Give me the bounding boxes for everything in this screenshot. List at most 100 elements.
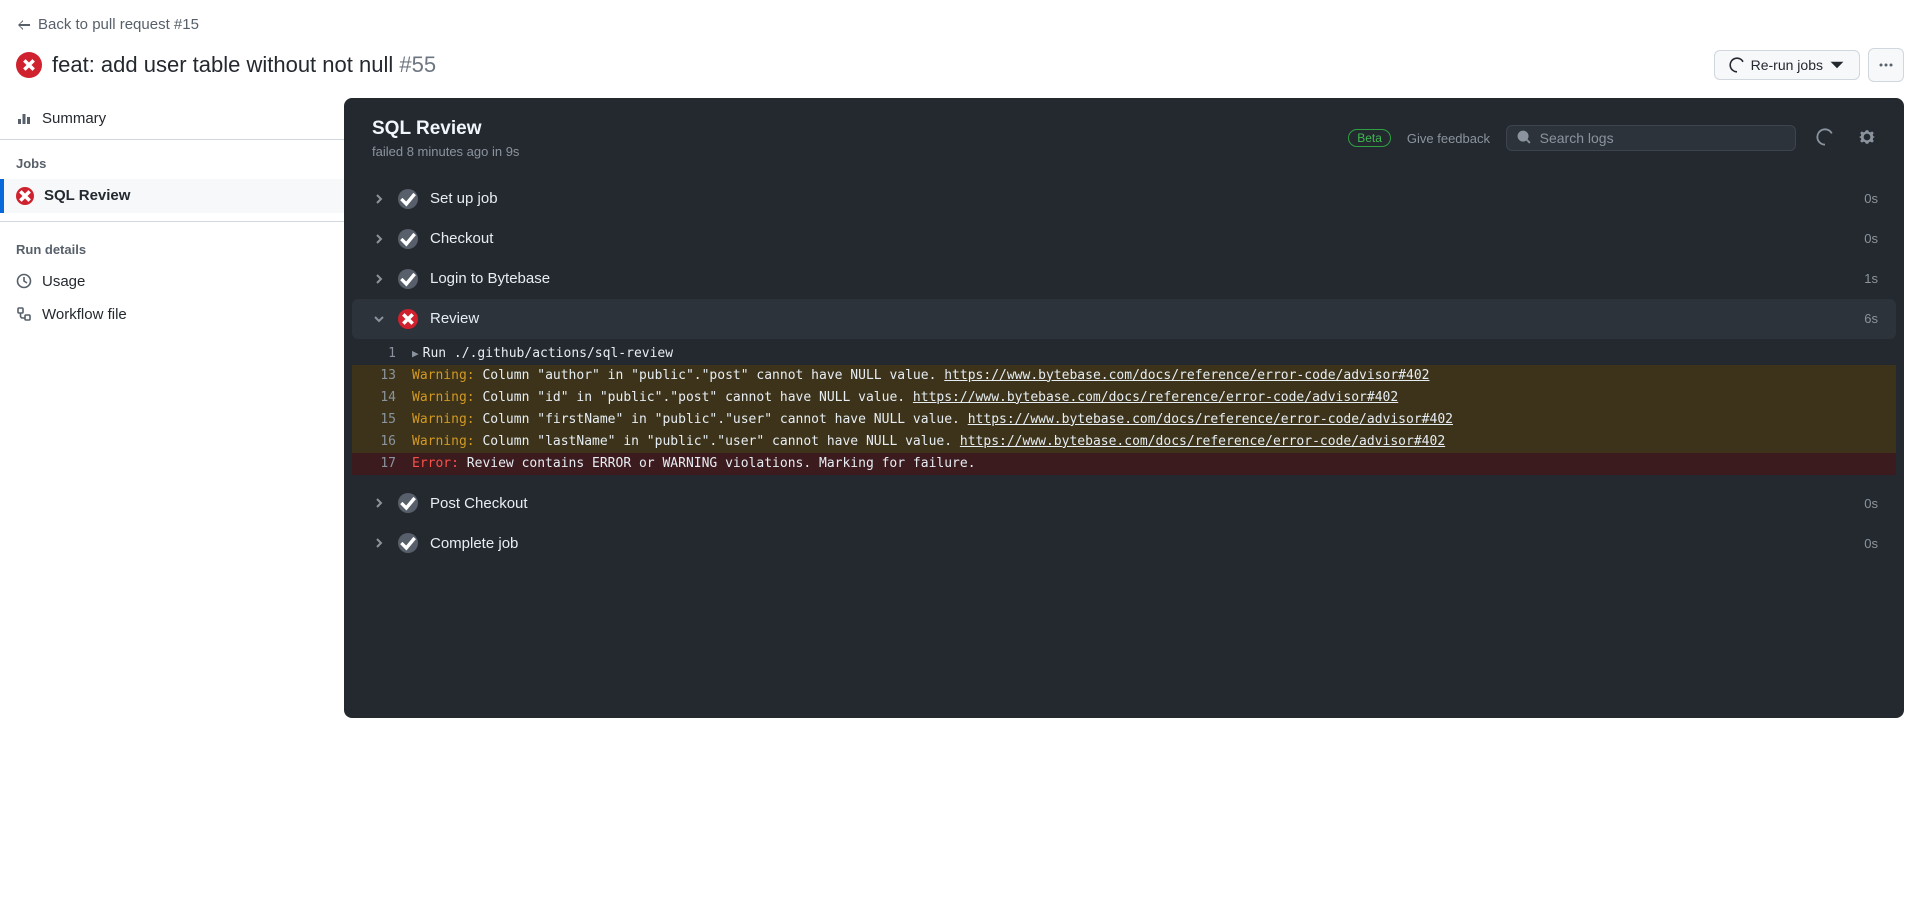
log-line-number: 15: [352, 409, 412, 431]
log-line-text: Warning: Column "lastName" in "public"."…: [412, 431, 1876, 453]
step-row[interactable]: Post Checkout0s: [352, 483, 1896, 523]
sidebar-detail-usage[interactable]: Usage: [0, 265, 344, 298]
log-line: 13Warning: Column "author" in "public"."…: [352, 365, 1896, 387]
sync-icon: [1729, 57, 1745, 73]
job-log-panel: SQL Review failed 8 minutes ago in 9s Be…: [344, 98, 1904, 718]
clock-icon: [16, 273, 32, 289]
step-duration: 0s: [1864, 231, 1878, 246]
chevron-icon: [370, 194, 388, 204]
refresh-logs-button[interactable]: [1812, 124, 1838, 153]
more-actions-button[interactable]: [1868, 48, 1904, 82]
graph-icon: [16, 110, 32, 126]
rerun-jobs-button[interactable]: Re-run jobs: [1714, 50, 1860, 80]
beta-badge: Beta: [1348, 129, 1391, 147]
job-title: SQL Review: [372, 118, 519, 140]
log-line: 14Warning: Column "id" in "public"."post…: [352, 387, 1896, 409]
rerun-label: Re-run jobs: [1751, 57, 1823, 73]
run-title-group: feat: add user table without not null #5…: [16, 52, 436, 78]
check-circle-icon: [398, 269, 418, 289]
step-duration: 0s: [1864, 191, 1878, 206]
log-line-text: Error: Review contains ERROR or WARNING …: [412, 453, 1876, 475]
x-circle-icon: [398, 309, 418, 329]
log-line-number: 13: [352, 365, 412, 387]
chevron-icon: [370, 498, 388, 508]
log-text-span: Column "lastName" in "public"."user" can…: [475, 434, 960, 449]
log-warning-label: Warning:: [412, 390, 475, 405]
x-circle-icon: [16, 187, 34, 205]
run-title-text: feat: add user table without not null: [52, 52, 393, 77]
gear-icon: [1858, 128, 1876, 146]
chevron-icon: [370, 234, 388, 244]
run-caret-icon: ▶: [412, 347, 419, 360]
log-line-text: Warning: Column "firstName" in "public".…: [412, 409, 1876, 431]
run-title: feat: add user table without not null #5…: [52, 52, 436, 78]
sidebar-job-label: SQL Review: [44, 187, 130, 204]
step-duration: 0s: [1864, 496, 1878, 511]
step-row[interactable]: Login to Bytebase1s: [352, 259, 1896, 299]
step-name: Post Checkout: [430, 495, 1864, 512]
step-duration: 6s: [1864, 311, 1878, 326]
caret-down-icon: [1829, 57, 1845, 73]
step-row[interactable]: Complete job0s: [352, 523, 1896, 563]
log-settings-button[interactable]: [1854, 124, 1880, 153]
sidebar-job-item[interactable]: SQL Review: [0, 179, 344, 213]
log-link[interactable]: https://www.bytebase.com/docs/reference/…: [960, 434, 1445, 449]
step-name: Complete job: [430, 535, 1864, 552]
step-name: Login to Bytebase: [430, 270, 1864, 287]
log-line-number: 17: [352, 453, 412, 475]
log-text-span: Column "author" in "public"."post" canno…: [475, 368, 945, 383]
search-logs-wrapper[interactable]: [1506, 125, 1796, 151]
sidebar-detail-workflow-file[interactable]: Workflow file: [0, 298, 344, 331]
check-circle-icon: [398, 189, 418, 209]
sidebar-details-heading: Run details: [0, 221, 344, 265]
log-warning-label: Warning:: [412, 368, 475, 383]
log-line-text: Warning: Column "author" in "public"."po…: [412, 365, 1876, 387]
log-link[interactable]: https://www.bytebase.com/docs/reference/…: [968, 412, 1453, 427]
run-number: #55: [399, 52, 436, 77]
check-circle-icon: [398, 533, 418, 553]
sidebar-jobs-heading: Jobs: [0, 140, 344, 179]
sidebar-summary-label: Summary: [42, 110, 106, 127]
step-row[interactable]: Set up job0s: [352, 179, 1896, 219]
log-line: 15Warning: Column "firstName" in "public…: [352, 409, 1896, 431]
log-warning-label: Warning:: [412, 412, 475, 427]
log-line-number: 16: [352, 431, 412, 453]
log-error-label: Error:: [412, 456, 459, 471]
give-feedback-link[interactable]: Give feedback: [1407, 131, 1490, 146]
log-line-number: 14: [352, 387, 412, 409]
chevron-icon: [370, 274, 388, 284]
log-line: 17Error: Review contains ERROR or WARNIN…: [352, 453, 1896, 475]
log-link[interactable]: https://www.bytebase.com/docs/reference/…: [913, 390, 1398, 405]
back-link[interactable]: Back to pull request #15: [16, 16, 199, 33]
log-block: 1▶Run ./.github/actions/sql-review13Warn…: [352, 339, 1896, 484]
step-duration: 1s: [1864, 271, 1878, 286]
check-circle-icon: [398, 493, 418, 513]
step-row[interactable]: Review6s: [352, 299, 1896, 339]
kebab-icon: [1878, 57, 1894, 73]
search-logs-input[interactable]: [1540, 130, 1785, 146]
sidebar-detail-label: Usage: [42, 273, 85, 290]
job-subtitle: failed 8 minutes ago in 9s: [372, 144, 519, 159]
sidebar-summary[interactable]: Summary: [0, 98, 344, 140]
sync-icon: [1816, 128, 1834, 146]
chevron-icon: [370, 538, 388, 548]
workflow-icon: [16, 306, 32, 322]
log-line: 16Warning: Column "lastName" in "public"…: [352, 431, 1896, 453]
sidebar-detail-label: Workflow file: [42, 306, 127, 323]
log-warning-label: Warning:: [412, 434, 475, 449]
log-line-text: Warning: Column "id" in "public"."post" …: [412, 387, 1876, 409]
log-text-span: Run ./.github/actions/sql-review: [423, 346, 673, 361]
log-line-text: ▶ Run ./.github/actions/sql-review: [412, 343, 1876, 365]
step-row[interactable]: Checkout0s: [352, 219, 1896, 259]
step-duration: 0s: [1864, 536, 1878, 551]
log-line-number: 1: [352, 343, 412, 365]
chevron-icon: [370, 314, 388, 324]
log-text-span: Column "id" in "public"."post" cannot ha…: [475, 390, 913, 405]
run-status-fail-icon: [16, 52, 42, 78]
step-name: Set up job: [430, 190, 1864, 207]
log-link[interactable]: https://www.bytebase.com/docs/reference/…: [944, 368, 1429, 383]
step-name: Checkout: [430, 230, 1864, 247]
log-text-span: Column "firstName" in "public"."user" ca…: [475, 412, 968, 427]
step-name: Review: [430, 310, 1864, 327]
check-circle-icon: [398, 229, 418, 249]
